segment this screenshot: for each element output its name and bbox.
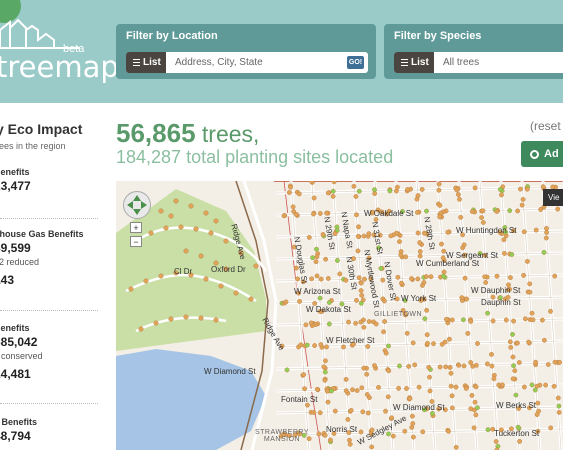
benefit-value: 48,794 — [0, 429, 31, 443]
divider — [0, 403, 98, 404]
eco-impact-title: y Eco Impact — [0, 121, 83, 137]
benefit-subtext: 02 reduced — [0, 257, 40, 267]
street-label: W York St — [401, 294, 437, 303]
street-label: Dauphin St — [481, 298, 521, 307]
benefit-block: y Benefits 48,794 — [0, 417, 104, 443]
logo-wordmark: treemap — [0, 50, 119, 84]
species-filter-panel: Filter by Species List All trees — [384, 24, 563, 79]
benefit-subtext: s conserved — [0, 351, 43, 361]
go-button[interactable]: GO! — [347, 56, 364, 69]
street-label: W Arizona St — [294, 287, 341, 296]
species-input[interactable]: All trees — [443, 52, 479, 73]
add-tree-label: Ad — [544, 148, 559, 160]
list-icon — [133, 59, 140, 66]
benefit-value: 89,599 — [0, 241, 31, 255]
street-label: Oxford Dr — [211, 265, 246, 274]
street-label: W Sergeant St — [446, 251, 499, 260]
species-list-button[interactable]: List — [394, 52, 434, 73]
benefit-block: nhouse Gas Benefits 89,599 02 reduced 14… — [0, 229, 104, 287]
benefit-label: y Benefits — [0, 417, 38, 427]
location-filter-panel: Filter by Location List Address, City, S… — [116, 24, 376, 79]
street-label: Cl Dr — [174, 267, 193, 276]
pan-control[interactable] — [123, 191, 151, 219]
benefit-value-secondary: 143 — [0, 273, 15, 287]
species-list-label: List — [411, 57, 429, 68]
benefit-label: Benefits — [0, 167, 30, 177]
street-label: W Dauphin St — [471, 286, 521, 295]
divider — [0, 310, 98, 311]
street-label: W Huntingdon St — [456, 226, 517, 235]
species-search-field[interactable]: List All trees — [394, 52, 563, 73]
street-label: Fontain St — [281, 395, 318, 404]
zoom-in-button[interactable]: + — [130, 222, 142, 233]
eco-impact-sidebar: y Eco Impact rees in the region Benefits… — [0, 103, 105, 450]
pan-arrows-icon — [127, 195, 147, 215]
add-tree-button[interactable]: Ad — [521, 141, 563, 167]
divider — [0, 218, 98, 219]
street-label: W Diamond St — [204, 367, 256, 376]
planting-sites-text: 184,287 total planting sites located — [116, 147, 394, 167]
eco-impact-subtitle: rees in the region — [0, 141, 66, 151]
benefit-label: nhouse Gas Benefits — [0, 229, 84, 239]
zoom-control: + − — [130, 222, 142, 248]
street-label: W Cumberland St — [416, 259, 480, 268]
benefit-value: 685,042 — [0, 335, 38, 349]
street-label: W Fletcher St — [326, 336, 375, 345]
location-input[interactable]: Address, City, State — [175, 52, 263, 73]
tree-count-heading: 56,865 trees, — [116, 118, 259, 149]
view-toggle-button[interactable]: Vie — [543, 189, 563, 206]
street-label: W Diamond St — [393, 403, 445, 412]
street-label: Norris St — [326, 425, 358, 434]
street-label: W Berks St — [496, 401, 537, 410]
location-list-button[interactable]: List — [126, 52, 166, 73]
species-filter-label: Filter by Species — [394, 30, 482, 42]
tree-map[interactable]: W Oakdale St W Huntingdon St W Cumberlan… — [116, 181, 563, 450]
location-filter-label: Filter by Location — [126, 30, 218, 42]
neighborhood-label: GILLIETOWN — [374, 311, 423, 318]
street-label: W Dakota St — [306, 305, 351, 314]
map-pin-icon — [530, 150, 539, 159]
tree-word: trees, — [201, 121, 260, 147]
benefit-label: Benefits — [0, 323, 30, 333]
reset-link[interactable]: (reset — [530, 119, 561, 133]
treemap-logo[interactable]: beta treemap — [0, 0, 119, 103]
tree-count: 56,865 — [116, 118, 196, 148]
benefit-value-secondary: 24,481 — [0, 367, 31, 381]
app-header: beta treemap Filter by Location List Add… — [0, 0, 563, 103]
location-list-label: List — [143, 57, 161, 68]
benefit-block: Benefits 23,477 — [0, 167, 104, 193]
zoom-out-button[interactable]: − — [130, 236, 142, 247]
list-icon — [401, 59, 408, 66]
benefit-block: Benefits 685,042 s conserved 24,481 — [0, 323, 104, 381]
neighborhood-label: STRAWBERRY MANSION — [254, 429, 309, 443]
benefit-value: 23,477 — [0, 179, 31, 193]
street-label: Tuckerton St — [494, 429, 540, 438]
street-label: W Oakdale St — [364, 209, 414, 218]
location-search-field[interactable]: List Address, City, State GO! — [126, 52, 368, 73]
